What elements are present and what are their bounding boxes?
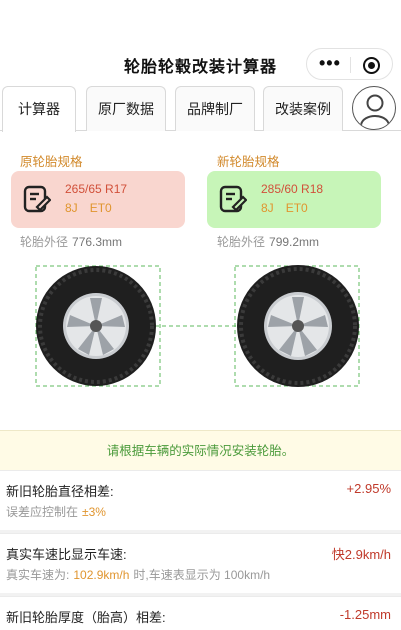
new-rim-width: 8J bbox=[261, 201, 274, 215]
new-spec-card[interactable]: 285/60 R18 8J ET0 bbox=[207, 171, 381, 228]
tab-brands[interactable]: 品牌制厂 bbox=[175, 86, 255, 131]
new-offset: ET0 bbox=[285, 201, 308, 215]
speed-detail-suffix: 时,车速表显示为 100km/h bbox=[133, 568, 271, 582]
speed-detail: 真实车速为: 102.9km/h 时,车速表显示为 100km/h bbox=[6, 566, 270, 583]
original-diameter-label: 轮胎外径 bbox=[20, 235, 69, 249]
original-spec-label: 原轮胎规格 bbox=[20, 155, 83, 169]
new-diameter-value: 799.2mm bbox=[269, 235, 320, 249]
thickness-title: 新旧轮胎厚度（胎高）相差: bbox=[6, 610, 166, 625]
original-diameter-value: 776.3mm bbox=[72, 235, 123, 249]
original-wheel-spec: 8J ET0 bbox=[65, 201, 124, 215]
speed-detail-prefix: 真实车速为: bbox=[6, 568, 70, 582]
tab-factory-data[interactable]: 原厂数据 bbox=[86, 86, 166, 131]
thickness-row: 新旧轮胎厚度（胎高）相差: -1.25mm bbox=[0, 596, 401, 630]
new-tire-icon bbox=[237, 265, 359, 387]
original-diameter: 轮胎外径 776.3mm bbox=[20, 233, 122, 250]
new-tire-size: 285/60 R18 bbox=[261, 182, 324, 196]
new-diameter: 轮胎外径 799.2mm bbox=[217, 233, 319, 250]
diameter-diff-value: +2.95% bbox=[346, 481, 391, 496]
more-dots-icon[interactable]: ••• bbox=[319, 54, 341, 72]
speed-title: 真实车速比显示车速: bbox=[6, 547, 127, 562]
edit-document-icon bbox=[23, 185, 51, 213]
install-hint: 请根据车辆的实际情况安装轮胎。 bbox=[0, 430, 401, 470]
diameter-diff-tolerance: 误差应控制在 ±3% bbox=[6, 503, 110, 520]
tab-mod-cases[interactable]: 改装案例 bbox=[263, 86, 343, 131]
new-spec-label: 新轮胎规格 bbox=[217, 155, 280, 169]
mini-program-capsule: ••• bbox=[306, 48, 393, 80]
tab-calculator[interactable]: 计算器 bbox=[2, 86, 76, 132]
original-offset: ET0 bbox=[89, 201, 112, 215]
edit-document-icon bbox=[219, 185, 247, 213]
new-wheel-spec: 8J ET0 bbox=[261, 201, 320, 215]
tab-bar: 计算器 原厂数据 品牌制厂 改装案例 bbox=[0, 86, 401, 132]
new-diameter-label: 轮胎外径 bbox=[217, 235, 266, 249]
original-rim-width: 8J bbox=[65, 201, 78, 215]
original-tire-size: 265/65 R17 bbox=[65, 182, 128, 196]
target-close-icon[interactable] bbox=[363, 57, 380, 74]
thickness-value: -1.25mm bbox=[339, 607, 391, 622]
diameter-diff-row: 新旧轮胎直径相差: +2.95% 误差应控制在 ±3% bbox=[0, 470, 401, 530]
speed-value: 快2.9km/h bbox=[331, 547, 391, 562]
nav-bar: 轮胎轮毂改装计算器 ••• bbox=[0, 44, 401, 84]
capsule-divider bbox=[350, 57, 351, 73]
original-spec-card[interactable]: 265/65 R17 8J ET0 bbox=[11, 171, 185, 228]
tolerance-prefix: 误差应控制在 bbox=[6, 505, 79, 519]
tolerance-value: ±3% bbox=[82, 505, 106, 519]
original-tire-icon bbox=[36, 266, 156, 386]
avatar[interactable] bbox=[352, 86, 396, 130]
speed-row: 真实车速比显示车速: 快2.9km/h 真实车速为: 102.9km/h 时,车速表… bbox=[0, 533, 401, 593]
diameter-diff-title: 新旧轮胎直径相差: bbox=[6, 484, 114, 499]
tire-comparison-graphic bbox=[35, 265, 360, 387]
real-speed-value: 102.9km/h bbox=[73, 568, 130, 582]
